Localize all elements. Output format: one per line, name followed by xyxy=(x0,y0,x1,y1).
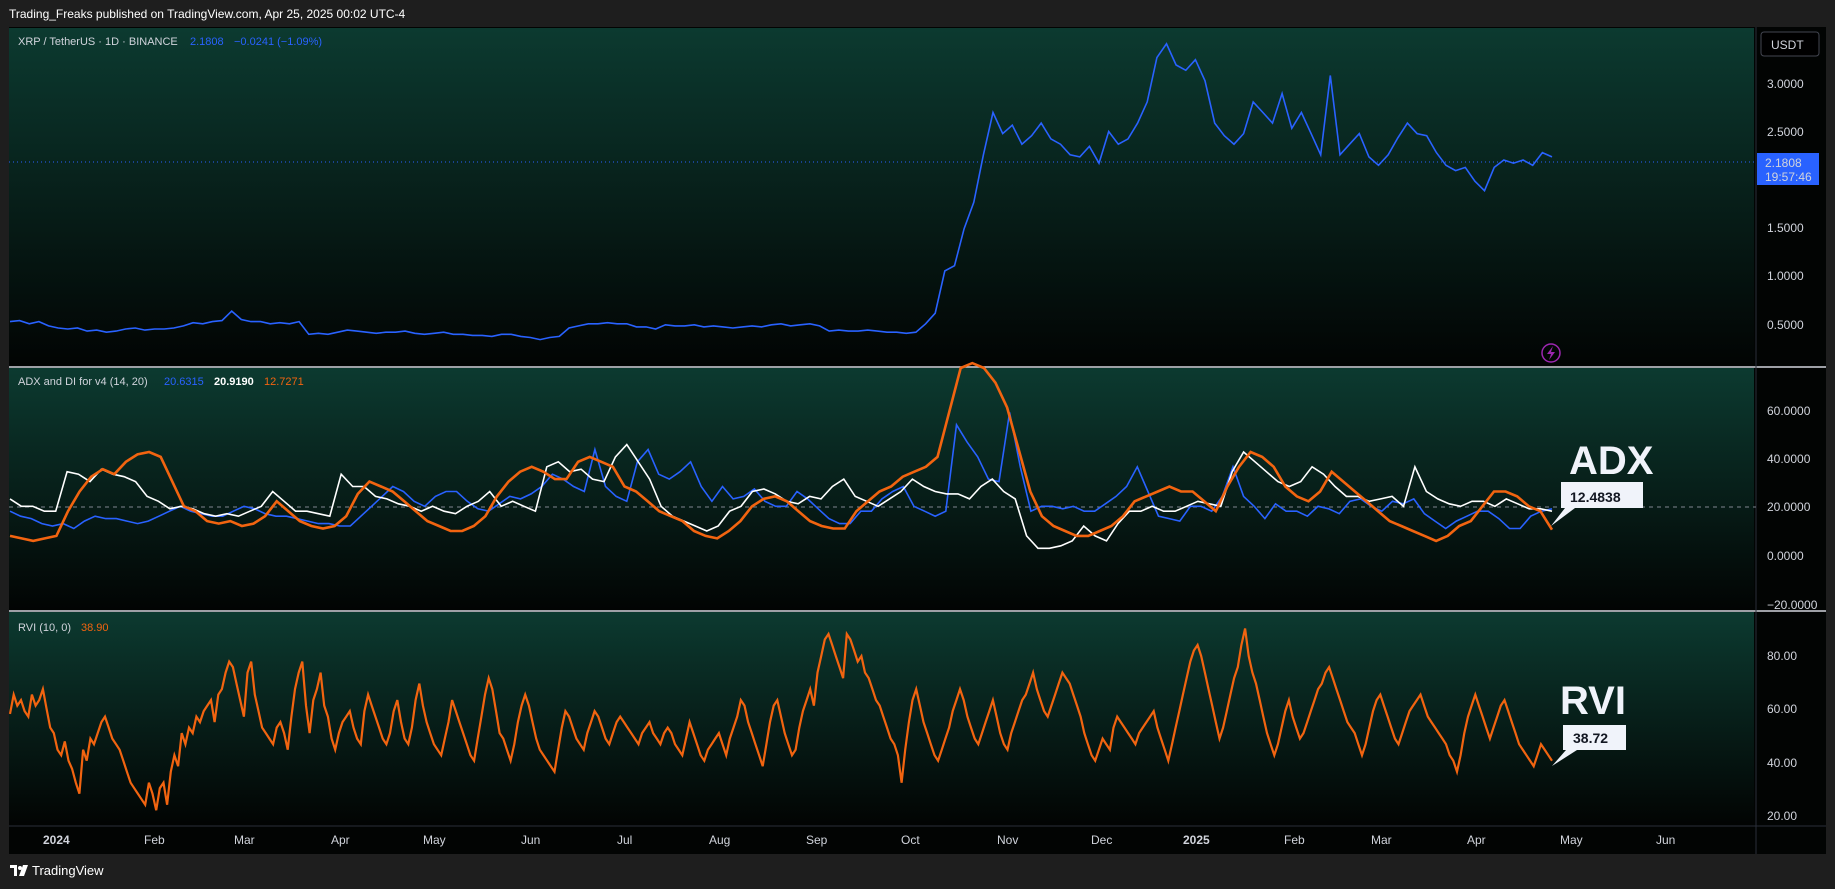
time-tick: Jun xyxy=(1656,833,1675,847)
chart-canvas[interactable]: XRP / TetherUS · 1D · BINANCE 2.1808 −0.… xyxy=(0,0,1835,889)
time-tick: Apr xyxy=(1467,833,1486,847)
time-tick: Mar xyxy=(1371,833,1392,847)
bar-countdown: 19:57:46 xyxy=(1765,170,1812,184)
rvi-tick: 80.00 xyxy=(1767,649,1797,663)
price-tick: 1.0000 xyxy=(1767,269,1804,283)
price-legend-change: −0.0241 (−1.09%) xyxy=(234,36,322,48)
footer-brand[interactable]: TradingView xyxy=(32,863,104,878)
adx-tick: 0.0000 xyxy=(1767,549,1804,563)
adx-annotation-value: 12.4838 xyxy=(1570,489,1621,505)
rvi-annotation: RVI xyxy=(1560,679,1626,723)
adx-annotation: ADX xyxy=(1569,439,1654,483)
price-legend-value: 2.1808 xyxy=(190,36,224,48)
rvi-legend-value: 38.90 xyxy=(81,622,109,634)
rvi-tick: 40.00 xyxy=(1767,756,1797,770)
currency-button-label: USDT xyxy=(1771,38,1804,52)
price-tick: 2.5000 xyxy=(1767,125,1804,139)
adx-legend-v1: 20.6315 xyxy=(164,376,204,388)
adx-legend-v3: 12.7271 xyxy=(264,376,304,388)
time-tick: Apr xyxy=(331,833,350,847)
time-tick: Nov xyxy=(997,833,1018,847)
rvi-tick: 20.00 xyxy=(1767,809,1797,823)
tradingview-logo-icon[interactable] xyxy=(10,865,28,876)
time-tick: Feb xyxy=(144,833,165,847)
time-tick: Jun xyxy=(521,833,540,847)
time-tick: May xyxy=(423,833,446,847)
price-tick: 1.5000 xyxy=(1767,221,1804,235)
adx-tick: 20.0000 xyxy=(1767,500,1811,514)
time-tick: Mar xyxy=(234,833,255,847)
time-tick: 2025 xyxy=(1183,833,1210,847)
price-tick: 3.0000 xyxy=(1767,77,1804,91)
price-pane[interactable] xyxy=(9,28,1754,366)
time-tick: Jul xyxy=(617,833,632,847)
time-tick: Sep xyxy=(806,833,828,847)
adx-legend-v2: 20.9190 xyxy=(214,376,254,388)
time-tick: Dec xyxy=(1091,833,1112,847)
price-legend-symbol[interactable]: XRP / TetherUS · 1D · BINANCE xyxy=(18,36,178,48)
rvi-legend-title[interactable]: RVI (10, 0) xyxy=(18,622,71,634)
adx-legend-title[interactable]: ADX and DI for v4 (14, 20) xyxy=(18,376,148,388)
price-tick: 0.5000 xyxy=(1767,318,1804,332)
rvi-tick: 60.00 xyxy=(1767,702,1797,716)
time-tick: Oct xyxy=(901,833,920,847)
time-tick: Feb xyxy=(1284,833,1305,847)
time-tick: Aug xyxy=(709,833,730,847)
rvi-annotation-value: 38.72 xyxy=(1573,730,1608,746)
adx-tick: 60.0000 xyxy=(1767,404,1811,418)
rvi-pane[interactable] xyxy=(9,612,1754,824)
adx-tick: 40.0000 xyxy=(1767,452,1811,466)
time-tick: May xyxy=(1560,833,1583,847)
adx-tick: −20.0000 xyxy=(1767,598,1818,612)
last-price-tag-value: 2.1808 xyxy=(1765,156,1802,170)
adx-pane[interactable] xyxy=(9,368,1754,610)
time-tick: 2024 xyxy=(43,833,70,847)
